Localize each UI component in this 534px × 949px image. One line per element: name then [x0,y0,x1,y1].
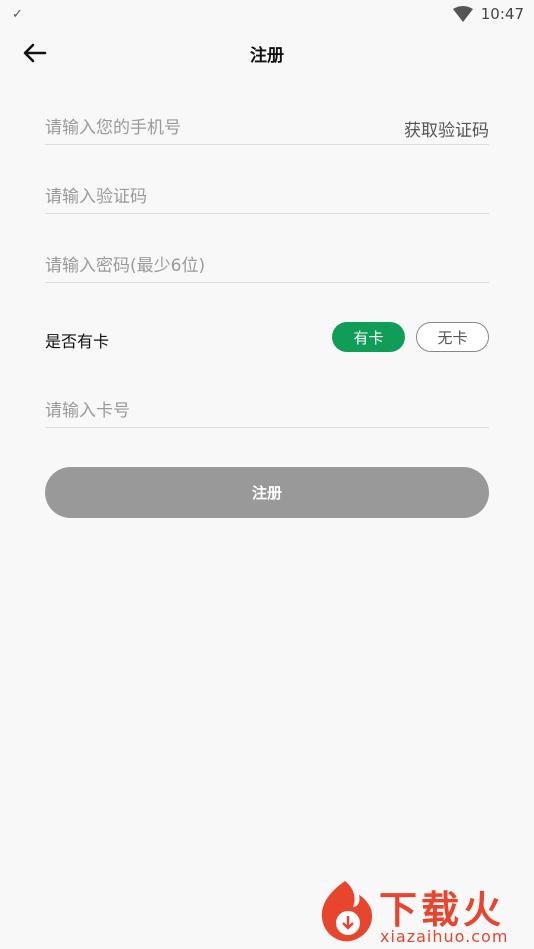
header: 注册 [0,28,534,78]
check-icon: ✓ [12,6,23,22]
card-number-input[interactable] [45,397,375,425]
has-card-no-button[interactable]: 无卡 [416,322,489,352]
phone-field-row: 获取验证码 [45,114,489,145]
watermark: 下载火 xiazaihuo.com [315,877,529,947]
password-field-row [45,252,489,283]
card-field-row [45,397,489,428]
phone-input[interactable] [45,114,375,142]
has-card-row: 是否有卡 有卡 无卡 [45,322,489,354]
code-field-row [45,183,489,214]
status-right: 10:47 [452,5,524,23]
has-card-label: 是否有卡 [45,332,110,351]
get-code-button[interactable]: 获取验证码 [404,116,489,141]
page-title: 注册 [250,46,284,66]
verification-code-input[interactable] [45,183,375,211]
watermark-url: xiazaihuo.com [380,927,509,946]
wifi-icon [452,6,473,22]
password-input[interactable] [45,252,375,280]
flame-logo-icon [321,881,373,942]
status-time: 10:47 [480,5,524,23]
has-card-yes-button[interactable]: 有卡 [332,322,405,352]
register-button[interactable]: 注册 [45,467,489,518]
watermark-brand: 下载火 [379,888,506,932]
status-bar: ✓ 10:47 [0,0,534,28]
